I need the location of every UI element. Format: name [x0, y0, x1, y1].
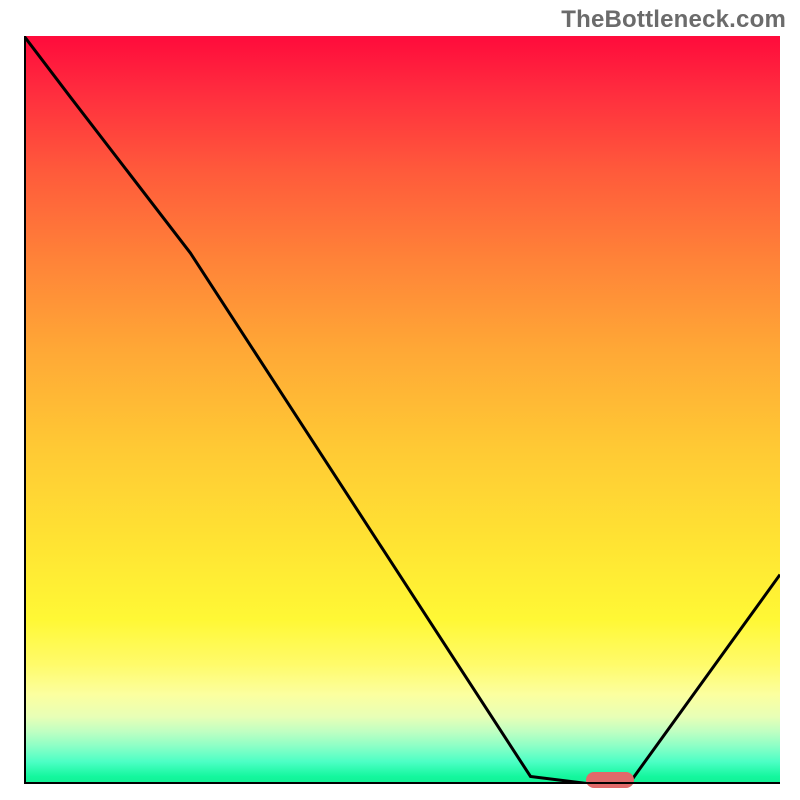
plot-area [24, 36, 780, 784]
watermark-text: TheBottleneck.com [561, 6, 786, 34]
chart-frame: TheBottleneck.com [0, 0, 800, 800]
axes-border [24, 36, 780, 784]
